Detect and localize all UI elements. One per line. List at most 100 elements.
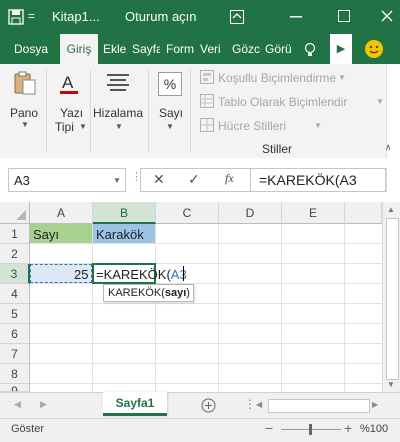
row-header-7[interactable]: 7: [0, 344, 30, 364]
clipboard-icon[interactable]: [13, 70, 37, 96]
row-header-1[interactable]: 1: [0, 224, 30, 244]
tab-dosya[interactable]: Dosya: [14, 34, 54, 64]
collapse-ribbon-icon[interactable]: ∧: [385, 142, 392, 153]
select-all-corner[interactable]: [0, 202, 30, 224]
status-mode: Göster: [11, 423, 45, 435]
formula-bar-expand[interactable]: [386, 168, 400, 192]
enter-formula-button[interactable]: ✓: [188, 171, 200, 188]
column-header-e[interactable]: E: [282, 202, 345, 224]
gridline: [30, 323, 382, 324]
cell-a1-text: Sayı: [33, 227, 60, 242]
tab-veri[interactable]: Veri: [200, 34, 226, 64]
name-box-dropdown-icon[interactable]: ▼: [113, 176, 121, 185]
sign-in-link[interactable]: Oturum açın: [125, 9, 197, 24]
cell-b3-formula: =KAREKÖK(A3: [96, 267, 187, 282]
horizontal-scroll-thumb[interactable]: [268, 399, 370, 413]
formula-input-text: =KAREKÖK(A3: [259, 172, 357, 188]
tab-gorunum[interactable]: Görü: [265, 34, 293, 64]
styles-group-label: Stiller: [262, 142, 293, 156]
clipboard-dropdown-icon[interactable]: ▼: [21, 120, 29, 129]
title-bar: = Kitap1... Oturum açın: [0, 0, 400, 34]
row-header-2[interactable]: 2: [0, 244, 30, 264]
number-format-icon[interactable]: %: [158, 72, 182, 96]
gridline: [92, 224, 93, 392]
alignment-label[interactable]: Hizalama: [93, 106, 143, 120]
row-header-3[interactable]: 3: [0, 264, 30, 284]
cell-b3-formula-text: =KAREKÖK(: [96, 267, 171, 282]
row-header-8[interactable]: 8: [0, 364, 30, 384]
zoom-out-button[interactable]: −: [265, 420, 273, 436]
clipboard-label[interactable]: Pano: [10, 106, 38, 120]
tab-giris[interactable]: Giriş: [60, 34, 98, 64]
number-label[interactable]: Sayı: [159, 106, 183, 120]
cancel-formula-button[interactable]: ✕: [153, 171, 165, 188]
sheet-scroll-left-icon[interactable]: ◀: [14, 399, 21, 410]
sheet-scroll-right-icon[interactable]: ▶: [40, 399, 47, 410]
gridline: [30, 363, 382, 364]
column-header-a[interactable]: A: [30, 202, 93, 224]
font-icon[interactable]: A: [58, 70, 80, 96]
font-label-2[interactable]: Tipi: [55, 120, 74, 134]
svg-text:A: A: [62, 73, 74, 92]
formula-input[interactable]: =KAREKÖK(A3: [250, 168, 386, 192]
tooltip-function[interactable]: KAREKÖK(: [108, 287, 165, 299]
zoom-slider-thumb[interactable]: [309, 424, 312, 435]
row-header-9[interactable]: 9: [0, 384, 30, 392]
tell-me-icon[interactable]: [304, 42, 316, 58]
sheet-tab-sayfa1[interactable]: Sayfa1: [103, 392, 167, 416]
column-header-b[interactable]: B: [93, 202, 156, 224]
text-cursor: [183, 266, 184, 281]
maximize-icon[interactable]: [338, 10, 350, 22]
status-bar: Göster − + %100: [0, 418, 400, 442]
zoom-level[interactable]: %100: [360, 423, 388, 435]
ribbon-display-options-icon[interactable]: [230, 10, 244, 24]
function-tooltip: KAREKÖK(sayı): [103, 284, 194, 302]
tab-formul[interactable]: Form: [166, 34, 194, 64]
vertical-scrollbar[interactable]: ▲ ▼: [382, 202, 400, 392]
hscroll-right-icon[interactable]: ▶: [372, 400, 378, 409]
conditional-formatting-icon: [200, 70, 214, 84]
hscroll-left-icon[interactable]: ◀: [256, 400, 262, 409]
tab-sayfa[interactable]: Sayfa: [132, 34, 160, 64]
alignment-dropdown-icon[interactable]: ▼: [115, 122, 123, 131]
sheet-options-icon[interactable]: ⋮: [244, 397, 256, 411]
zoom-in-button[interactable]: +: [344, 420, 352, 436]
more-tabs-icon[interactable]: ▶: [330, 34, 352, 64]
column-header-f[interactable]: [345, 202, 382, 224]
minimize-icon[interactable]: [290, 16, 302, 18]
cell-b3-editing[interactable]: =KAREKÖK(A3: [92, 263, 187, 284]
divider: [190, 70, 191, 152]
tab-ekle[interactable]: Ekle: [103, 34, 127, 64]
gridline: [281, 224, 282, 392]
add-sheet-icon[interactable]: [201, 398, 216, 413]
save-icon[interactable]: [8, 9, 24, 25]
gridline: [30, 283, 382, 284]
font-label-1[interactable]: Yazı: [60, 106, 83, 120]
divider: [46, 70, 47, 152]
cell-styles-icon: [200, 118, 214, 132]
row-header-5[interactable]: 5: [0, 304, 30, 324]
conditional-formatting-label: Koşullu Biçimlendirme: [218, 71, 337, 85]
format-as-table-label: Tablo Olarak Biçimlendir: [218, 95, 348, 109]
row-header-6[interactable]: 6: [0, 324, 30, 344]
ribbon-tabs: Dosya Giriş Ekle Sayfa Form Veri Gözc Gö…: [0, 34, 400, 64]
ribbon-home: Pano ▼ A Yazı Tipi ▼ Hizalama ▼ % Sayı ▼…: [0, 64, 400, 159]
column-header-c[interactable]: C: [156, 202, 219, 224]
align-icon[interactable]: [107, 74, 129, 92]
cell-a3-value: 25: [74, 267, 89, 282]
tab-gozden[interactable]: Gözc: [232, 34, 260, 64]
font-dropdown-icon[interactable]: ▼: [79, 122, 87, 131]
scroll-down-icon[interactable]: ▼: [387, 380, 395, 389]
close-icon[interactable]: [381, 10, 393, 22]
column-header-d[interactable]: D: [219, 202, 282, 224]
insert-function-button[interactable]: fx: [225, 171, 234, 186]
cell-b3-formula-ref: A3: [170, 267, 187, 282]
name-box[interactable]: A3 ▼: [8, 168, 126, 192]
tooltip-argument[interactable]: sayı: [165, 287, 186, 299]
row-header-4[interactable]: 4: [0, 284, 30, 304]
gridline: [30, 303, 382, 304]
number-dropdown-icon[interactable]: ▼: [166, 122, 174, 131]
smiley-icon[interactable]: [364, 39, 384, 59]
vertical-scroll-thumb[interactable]: [386, 218, 399, 380]
scroll-up-icon[interactable]: ▲: [387, 205, 395, 214]
